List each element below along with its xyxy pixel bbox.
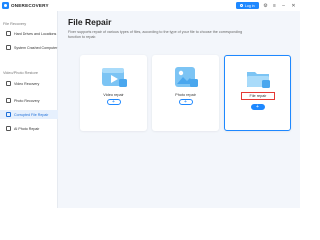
- sidebar-item-photo-recovery[interactable]: Photo Recovery: [0, 96, 58, 105]
- menu-icon[interactable]: ≡: [271, 2, 278, 9]
- video-repair-card[interactable]: Video repair +: [80, 55, 147, 131]
- sidebar-item-hard-drives[interactable]: Hard Drives and Locations: [0, 29, 58, 38]
- computer-icon: [6, 45, 11, 50]
- sidebar: File Recovery Hard Drives and Locations …: [0, 11, 58, 208]
- photo-file-icon: [174, 67, 198, 87]
- sidebar-item-label: Photo Recovery: [14, 98, 40, 103]
- page-title: File Repair: [68, 17, 112, 27]
- video-repair-add-button[interactable]: +: [106, 99, 121, 105]
- login-button[interactable]: Log in: [236, 2, 259, 9]
- folder-icon: [246, 72, 270, 88]
- video-icon: [6, 81, 11, 86]
- sidebar-item-label: Hard Drives and Locations: [14, 31, 57, 36]
- sidebar-item-label: AI Photo Repair: [14, 126, 40, 131]
- video-file-icon: [101, 68, 127, 87]
- photo-repair-add-button[interactable]: +: [178, 99, 193, 105]
- file-repair-label: File repair: [241, 92, 275, 100]
- file-repair-card[interactable]: File repair +: [224, 55, 291, 131]
- app-logo: ONERECOVERY: [2, 2, 49, 9]
- sidebar-item-label: Corrupted File Repair: [14, 112, 49, 117]
- repair-icon: [6, 112, 11, 117]
- login-label: Log in: [244, 3, 255, 8]
- section-title-video-photo: Video/Photo Restore: [3, 71, 38, 75]
- section-title-file-recovery: File Recovery: [3, 22, 27, 26]
- file-repair-add-button[interactable]: +: [250, 104, 265, 110]
- sidebar-item-corrupted-file-repair[interactable]: Corrupted File Repair: [0, 110, 58, 119]
- photo-repair-card[interactable]: Photo repair +: [152, 55, 219, 131]
- photo-icon: [6, 98, 11, 103]
- minimize-icon[interactable]: –: [280, 2, 287, 9]
- logo-icon: [2, 2, 9, 9]
- photo-repair-label: Photo repair: [175, 93, 196, 97]
- sidebar-item-ai-photo-repair[interactable]: AI Photo Repair: [0, 124, 58, 133]
- title-bar: ONERECOVERY Log in ⚙ ≡ – ✕: [0, 0, 300, 11]
- settings-icon[interactable]: ⚙: [262, 2, 269, 9]
- app-name: ONERECOVERY: [11, 3, 49, 8]
- close-icon[interactable]: ✕: [290, 2, 297, 9]
- video-repair-label: Video repair: [103, 93, 124, 97]
- hard-drive-icon: [6, 31, 11, 36]
- sidebar-item-label: System Crashed Computer: [14, 45, 58, 50]
- sidebar-item-video-recovery[interactable]: Video Recovery: [0, 79, 58, 88]
- user-icon: [240, 4, 244, 7]
- sidebar-item-system-crashed[interactable]: System Crashed Computer: [0, 43, 58, 52]
- ai-photo-icon: [6, 126, 11, 131]
- sidebar-item-label: Video Recovery: [14, 81, 40, 86]
- page-description: Fixer supports repair of various types o…: [68, 30, 243, 40]
